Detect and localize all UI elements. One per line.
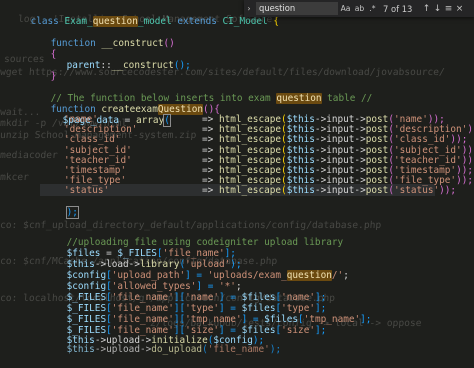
function-name: do_upload (151, 344, 203, 355)
operator: ; (343, 270, 349, 281)
paren: )); (439, 185, 457, 197)
next-match-button[interactable]: ↓ (432, 4, 443, 14)
code-line[interactable]: $this->upload->do_upload('file_name'); (44, 332, 282, 355)
find-input[interactable]: question (256, 2, 338, 15)
code-line[interactable]: ); (44, 195, 79, 219)
paren: ( (163, 114, 171, 127)
function-name: array (135, 115, 165, 126)
comment: table // (321, 93, 373, 104)
class-name: CI_Model (222, 16, 268, 27)
string: /' (331, 270, 344, 281)
previous-match-button[interactable]: ↑ (421, 4, 432, 14)
variable: parent (66, 60, 101, 71)
paren: (); (173, 60, 191, 71)
string: 'size' (281, 325, 315, 336)
variable: $this (286, 185, 315, 197)
bracket: ]; (360, 314, 372, 325)
operator: => (202, 185, 219, 197)
paren: ); (65, 206, 79, 219)
operator: ->upload-> (94, 344, 152, 355)
code-line[interactable]: } (28, 59, 57, 82)
background-reflection-text: mkcer (0, 172, 30, 183)
operator: ->input-> (314, 185, 366, 197)
match-count: 7 of 13 (383, 3, 413, 14)
function-name: post (365, 185, 389, 197)
paren: )); (456, 175, 473, 187)
function-name: __construct (111, 60, 174, 71)
find-widget: › question Aa ab .* 7 of 13 ↑ ↓ ≡ × (244, 0, 474, 17)
keyword: extends (177, 16, 223, 27)
variable: $this (66, 344, 95, 355)
operator: :: (100, 60, 112, 71)
use-regex-toggle[interactable]: .* (366, 4, 379, 13)
array-value-expression: => html_escape($this->input->post('statu… (202, 185, 456, 197)
search-match: question (276, 93, 322, 104)
match-whole-word-toggle[interactable]: ab (353, 4, 366, 13)
toggle-replace-button[interactable]: › (244, 4, 254, 13)
match-case-toggle[interactable]: Aa (338, 3, 353, 14)
code-line[interactable]: class Exam_question_model extends CI_Mod… (8, 4, 279, 27)
close-icon[interactable]: × (454, 4, 465, 14)
code-line[interactable]: parent::__construct(); (44, 48, 191, 71)
paren: )); (467, 124, 474, 136)
brace: { (267, 16, 279, 27)
paren: ); (269, 344, 282, 355)
code-editor[interactable]: log 'Installing School Management Softwa… (0, 0, 474, 355)
string: 'status' (393, 185, 440, 197)
background-reflection-text: mediacoder (0, 150, 59, 161)
code-line[interactable]: $page_data = array( (40, 103, 171, 127)
bracket: ]; (315, 325, 327, 336)
function-name: html_escape (218, 185, 282, 197)
find-in-selection-button[interactable]: ≡ (443, 4, 454, 14)
string: 'file_name' (207, 344, 270, 355)
